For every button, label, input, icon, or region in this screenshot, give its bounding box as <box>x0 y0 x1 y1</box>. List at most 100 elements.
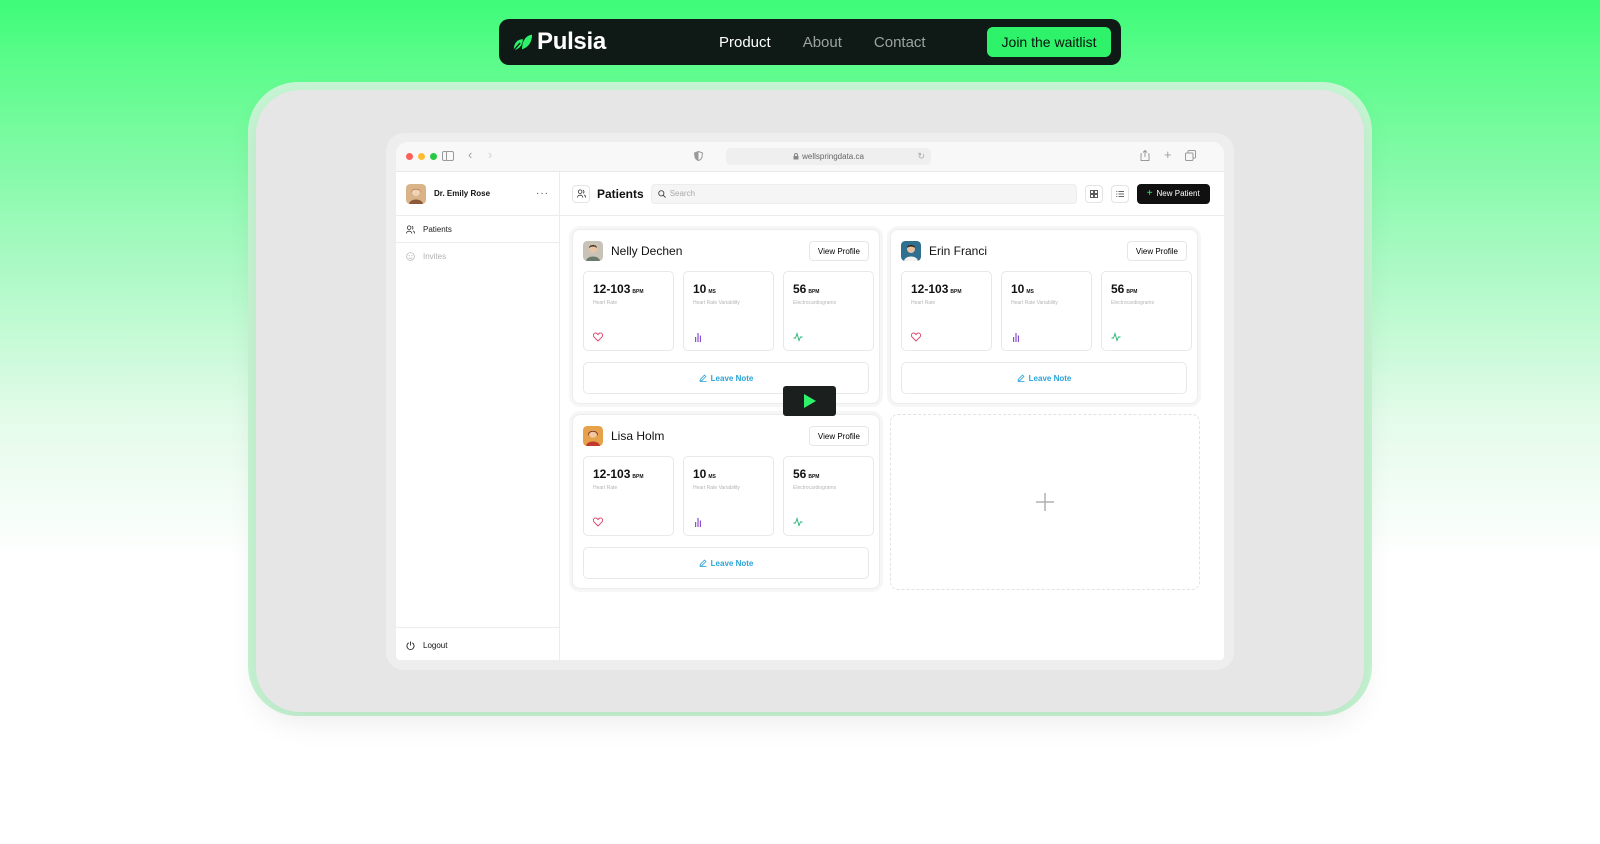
grid-view-button[interactable] <box>1084 184 1103 203</box>
avatar <box>406 183 426 204</box>
sidebar: Dr. Emily Rose ··· Patients Invites Logo… <box>396 172 560 660</box>
metrics-row: 12-103 BPM Heart Rate 10 MS Heart Rate Var… <box>901 271 1192 351</box>
close-dot[interactable] <box>406 153 413 160</box>
view-profile-button[interactable]: View Profile <box>808 426 869 446</box>
user-profile-row[interactable]: Dr. Emily Rose ··· <box>396 172 559 216</box>
metric-label: Heart Rate <box>593 300 618 306</box>
nav-link-contact[interactable]: Contact <box>874 34 926 51</box>
plus-icon: + <box>1146 188 1153 199</box>
bar-chart-icon <box>695 518 701 527</box>
leave-note-label: Leave Note <box>1028 373 1072 383</box>
patients-view-button[interactable] <box>572 184 590 203</box>
users-icon <box>406 224 415 234</box>
pencil-icon <box>1017 374 1025 382</box>
sidebar-item-label: Patients <box>423 224 452 234</box>
app: Dr. Emily Rose ··· Patients Invites Logo… <box>396 172 1224 660</box>
metric-value: 12-103 <box>911 282 949 296</box>
metric-label: Heart Rate Variability <box>693 300 740 306</box>
view-profile-button[interactable]: View Profile <box>1126 241 1187 261</box>
metric-unit: BPM <box>632 474 644 480</box>
metric-heart-rate: 12-103 BPM Heart Rate <box>901 271 992 351</box>
new-patient-button[interactable]: + New Patient <box>1136 183 1210 204</box>
metric-unit: BPM <box>632 289 644 295</box>
metric-unit: BPM <box>950 289 962 295</box>
view-profile-button[interactable]: View Profile <box>808 241 869 261</box>
metric-label: Electrocardiograms <box>793 485 837 491</box>
grid-icon <box>1089 189 1098 198</box>
search-bar <box>650 183 1077 204</box>
users-icon <box>576 189 586 198</box>
plus-icon <box>1036 493 1054 511</box>
forward-icon[interactable]: › <box>488 148 492 161</box>
metric-unit: MS <box>708 289 716 295</box>
bar-chart-icon <box>1013 333 1019 342</box>
share-icon[interactable] <box>1140 150 1150 161</box>
metric-value: 10 <box>1011 282 1025 296</box>
top-navbar: Pulsia Product About Contact Join the wa… <box>499 19 1121 65</box>
patient-avatar <box>901 241 921 261</box>
metric-value: 12-103 <box>593 467 631 481</box>
search-input[interactable] <box>669 189 1060 198</box>
heart-icon <box>593 517 603 527</box>
list-icon <box>1115 190 1124 197</box>
metric-hrv: 10 MS Heart Rate Variability <box>1001 271 1092 351</box>
user-name: Dr. Emily Rose <box>434 189 491 198</box>
metric-unit: MS <box>1026 289 1034 295</box>
back-icon[interactable]: ‹ <box>468 148 472 161</box>
pencil-icon <box>699 374 707 382</box>
metric-label: Heart Rate Variability <box>693 485 740 491</box>
metric-value: 12-103 <box>593 282 631 296</box>
url-bar[interactable]: wellspringdata.ca ↻ <box>726 148 931 165</box>
sidebar-item-patients[interactable]: Patients <box>396 216 559 243</box>
metrics-row: 12-103 BPM Heart Rate 10 MS Heart Rate Var… <box>583 456 874 536</box>
leave-note-button[interactable]: Leave Note <box>901 362 1187 394</box>
lock-icon <box>793 153 799 160</box>
add-patient-card[interactable] <box>890 414 1200 590</box>
patient-avatar <box>583 426 603 446</box>
metric-label: Electrocardiograms <box>1111 300 1155 306</box>
list-view-button[interactable] <box>1110 184 1129 203</box>
browser-chrome: ‹ › wellspringdata.ca ↻ + <box>396 142 1224 172</box>
patient-card: Lisa Holm View Profile 12-103 BPM Heart R… <box>572 414 880 589</box>
metric-value: 56 <box>793 467 807 481</box>
tabs-overview-icon[interactable] <box>1185 150 1196 161</box>
leaf-logo-icon <box>513 34 533 51</box>
maximize-dot[interactable] <box>430 153 437 160</box>
window-controls <box>406 153 437 160</box>
power-icon <box>406 640 415 650</box>
sidebar-toggle-icon[interactable] <box>442 151 454 161</box>
pencil-icon <box>699 559 707 567</box>
metric-label: Heart Rate Variability <box>1011 300 1058 306</box>
nav-link-about[interactable]: About <box>803 34 842 51</box>
metric-value: 10 <box>693 282 707 296</box>
play-icon <box>803 394 816 408</box>
brand[interactable]: Pulsia <box>511 28 606 56</box>
leave-note-button[interactable]: Leave Note <box>583 547 869 579</box>
more-options-icon[interactable]: ··· <box>536 188 549 199</box>
metric-ecg: 56 BPM Electrocardiograms <box>783 456 874 536</box>
brand-name: Pulsia <box>537 28 606 55</box>
minimize-dot[interactable] <box>418 153 425 160</box>
metric-unit: MS <box>708 474 716 480</box>
leave-note-label: Leave Note <box>710 373 754 383</box>
play-video-button[interactable] <box>783 386 836 416</box>
metric-label: Electrocardiograms <box>793 300 837 306</box>
patient-card: Erin Franci View Profile 12-103 BPM Heart… <box>890 229 1198 404</box>
join-waitlist-button[interactable]: Join the waitlist <box>987 27 1111 57</box>
bar-chart-icon <box>695 333 701 342</box>
search-icon <box>657 189 666 198</box>
logout-button[interactable]: Logout <box>396 627 559 654</box>
patient-card-header: Erin Franci View Profile <box>901 240 1187 262</box>
pulse-icon <box>793 517 803 527</box>
reload-icon[interactable]: ↻ <box>917 152 925 161</box>
patient-name: Erin Franci <box>929 244 988 258</box>
new-tab-icon[interactable]: + <box>1164 148 1172 161</box>
sidebar-item-invites[interactable]: Invites <box>396 243 559 270</box>
metric-value: 56 <box>1111 282 1125 296</box>
nav-link-product[interactable]: Product <box>719 34 771 51</box>
patient-name: Nelly Dechen <box>611 244 683 258</box>
metric-heart-rate: 12-103 BPM Heart Rate <box>583 456 674 536</box>
patient-name: Lisa Holm <box>611 429 665 443</box>
pulse-icon <box>793 332 803 342</box>
metric-unit: BPM <box>808 474 820 480</box>
